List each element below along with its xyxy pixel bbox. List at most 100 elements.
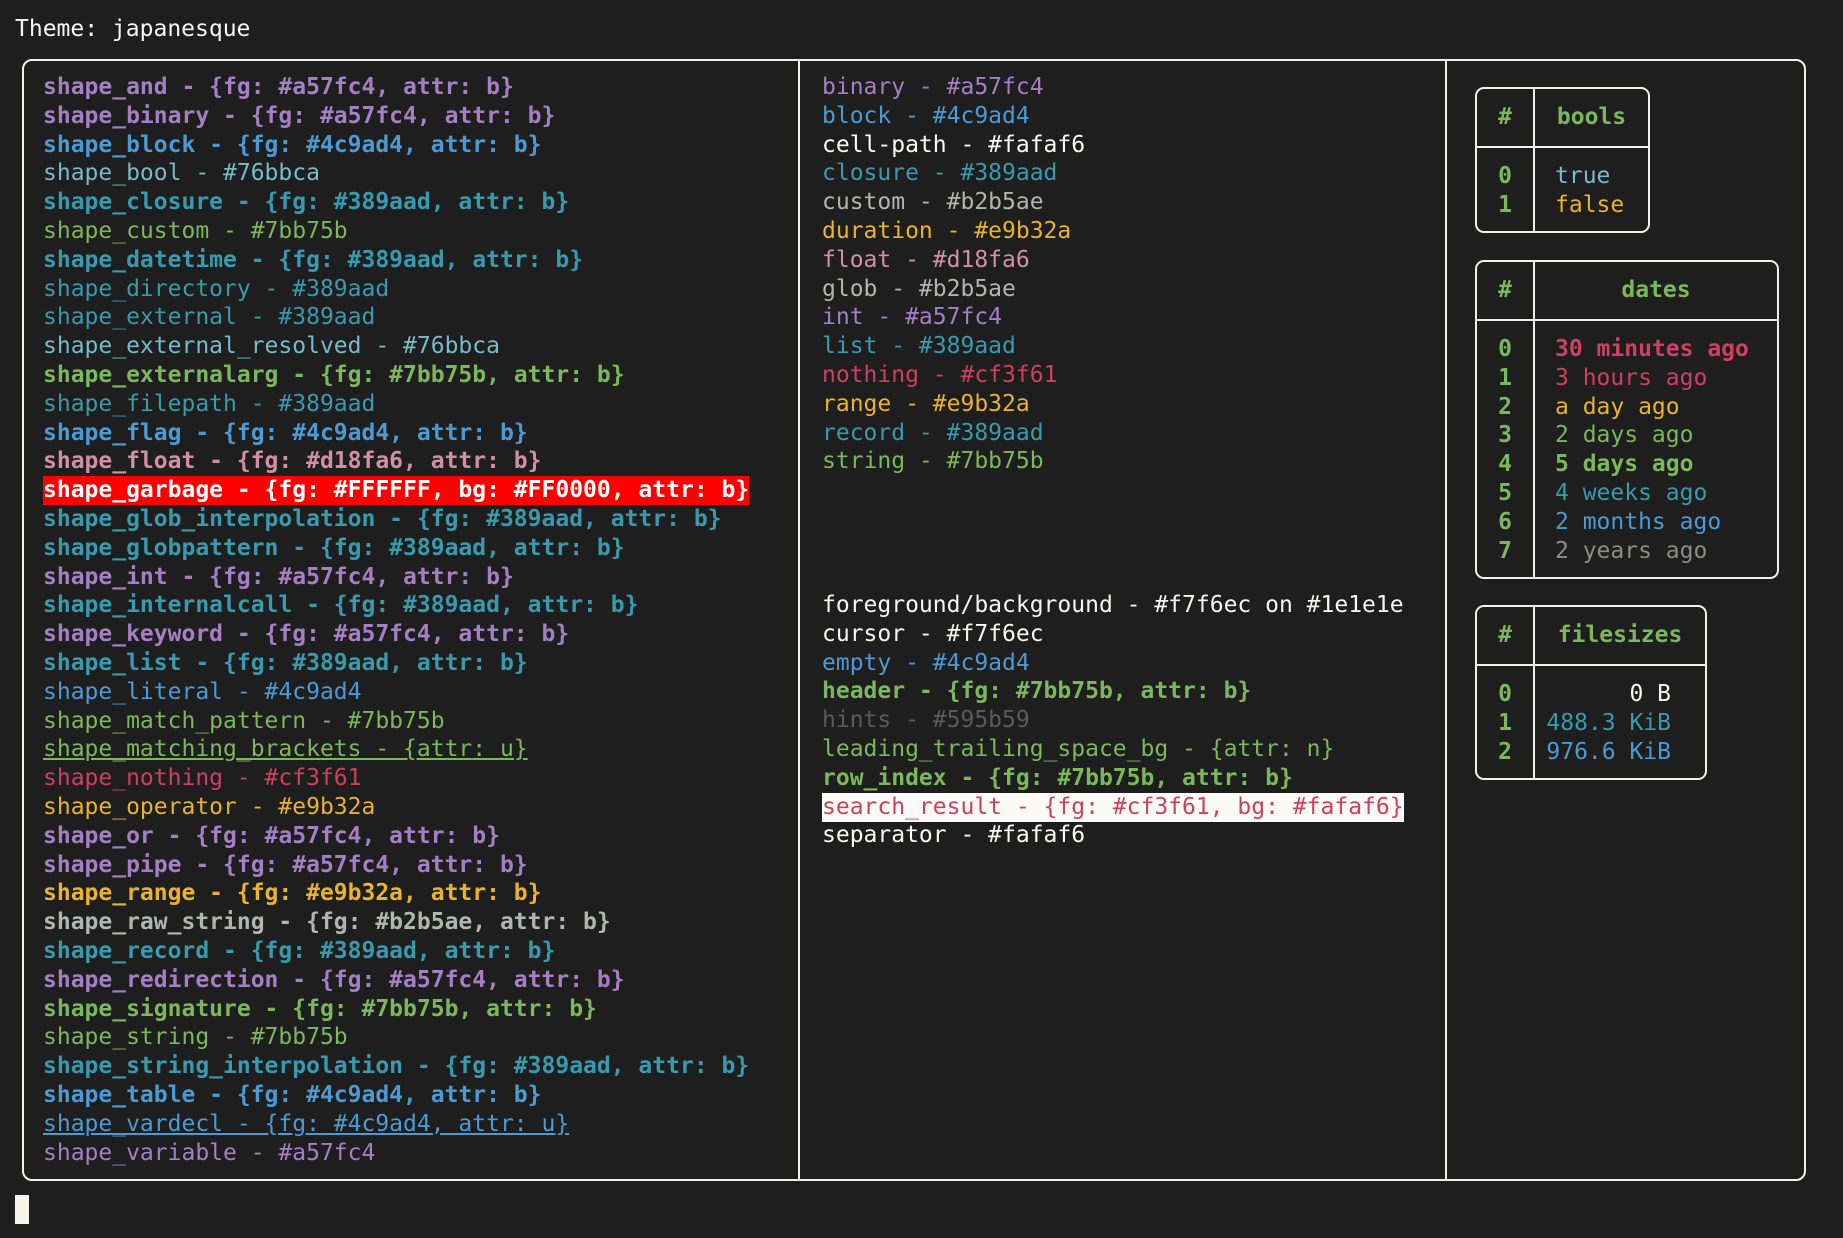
cell-value: 4 weeks ago bbox=[1555, 480, 1708, 506]
dates-table: # dates 0 30 minutes ago 1 3 hours ago 2 a day … bbox=[1475, 260, 1779, 579]
theme-entry: shape_custom - #7bb75b bbox=[43, 218, 348, 244]
row-index: 0 bbox=[1498, 336, 1512, 362]
row-index: 1 bbox=[1498, 709, 1512, 736]
theme-entry: shape_table - {fg: #4c9ad4, attr: b} bbox=[43, 1082, 542, 1108]
theme-entry: shape_flag - {fg: #4c9ad4, attr: b} bbox=[43, 419, 528, 446]
terminal-cursor[interactable] bbox=[15, 1195, 29, 1224]
row-index: 0 bbox=[1498, 163, 1512, 189]
theme-entry: shape_external - #389aad bbox=[43, 304, 376, 331]
theme-entry: shape_binary - {fg: #a57fc4, attr: b} bbox=[43, 102, 556, 129]
theme-entry: shape_redirection - {fg: #a57fc4, attr: … bbox=[43, 966, 625, 993]
theme-entry: shape_literal - #4c9ad4 bbox=[43, 678, 362, 705]
theme-entry: shape_garbage - {fg: #FFFFFF, bg: #FF000… bbox=[43, 476, 750, 506]
cell-value: false bbox=[1555, 191, 1625, 218]
row-index: 5 bbox=[1498, 480, 1512, 506]
theme-entry: empty - #4c9ad4 bbox=[822, 649, 1030, 676]
cell-value: 0 B bbox=[1629, 681, 1671, 707]
theme-entry: float - #d18fa6 bbox=[822, 246, 1030, 273]
theme-entry: shape_list - {fg: #389aad, attr: b} bbox=[43, 650, 528, 676]
table-header-separator bbox=[1477, 664, 1705, 666]
theme-entry: shape_range - {fg: #e9b32a, attr: b} bbox=[43, 880, 542, 907]
theme-entry: range - #e9b32a bbox=[822, 390, 1030, 417]
row-index: 4 bbox=[1498, 451, 1512, 478]
column-header: dates bbox=[1621, 277, 1691, 303]
row-index: 6 bbox=[1498, 508, 1512, 535]
theme-entry: cell-path - #fafaf6 bbox=[822, 131, 1086, 158]
cell-value: 5 days ago bbox=[1555, 451, 1694, 478]
theme-entry: row_index - {fg: #7bb75b, attr: b} bbox=[822, 764, 1293, 791]
column-divider bbox=[1445, 59, 1447, 1181]
column-divider bbox=[798, 59, 800, 1181]
theme-entry: closure - #389aad bbox=[822, 160, 1058, 187]
theme-entry: shape_matching_brackets - {attr: u} bbox=[43, 736, 528, 763]
row-index: 2 bbox=[1498, 738, 1512, 765]
theme-entry: shape_pipe - {fg: #a57fc4, attr: b} bbox=[43, 851, 528, 878]
cell-value: 3 hours ago bbox=[1555, 364, 1708, 391]
row-index: 7 bbox=[1498, 537, 1512, 564]
theme-entry: custom - #b2b5ae bbox=[822, 189, 1044, 216]
theme-entry: shape_float - {fg: #d18fa6, attr: b} bbox=[43, 448, 542, 475]
theme-entry: header - {fg: #7bb75b, attr: b} bbox=[822, 678, 1252, 705]
theme-entry: shape_match_pattern - #7bb75b bbox=[43, 707, 445, 734]
theme-entry: shape_vardecl - {fg: #4c9ad4, attr: u} bbox=[43, 1110, 570, 1137]
theme-entry: cursor - #f7f6ec bbox=[822, 620, 1044, 647]
theme-entry: shape_globpattern - {fg: #389aad, attr: … bbox=[43, 534, 625, 561]
theme-entry: shape_signature - {fg: #7bb75b, attr: b} bbox=[43, 995, 597, 1022]
theme-entry: shape_datetime - {fg: #389aad, attr: b} bbox=[43, 246, 584, 273]
table-header-separator bbox=[1477, 319, 1777, 321]
theme-entry: int - #a57fc4 bbox=[822, 304, 1003, 331]
cell-value: 2 months ago bbox=[1555, 508, 1722, 535]
theme-entry: shape_record - {fg: #389aad, attr: b} bbox=[43, 938, 556, 964]
row-index: 2 bbox=[1498, 393, 1512, 420]
row-index: 0 bbox=[1498, 681, 1512, 707]
theme-entry: shape_nothing - #cf3f61 bbox=[43, 765, 362, 792]
theme-entry: shape_variable - #a57fc4 bbox=[43, 1139, 376, 1166]
bools-table: # bools 0 true 1 false bbox=[1475, 87, 1650, 233]
theme-entry: shape_and - {fg: #a57fc4, attr: b} bbox=[43, 74, 514, 100]
theme-entry: separator - #fafaf6 bbox=[822, 822, 1086, 849]
theme-entry: shape_keyword - {fg: #a57fc4, attr: b} bbox=[43, 621, 570, 648]
theme-entry: list - #389aad bbox=[822, 333, 1016, 360]
theme-entry: duration - #e9b32a bbox=[822, 218, 1072, 244]
theme-entry: block - #4c9ad4 bbox=[822, 102, 1030, 129]
index-header: # bbox=[1498, 622, 1512, 648]
cell-value: 2 days ago bbox=[1555, 422, 1694, 449]
table-header-separator bbox=[1477, 146, 1648, 148]
theme-entry: shape_glob_interpolation - {fg: #389aad,… bbox=[43, 506, 722, 532]
theme-entry: shape_block - {fg: #4c9ad4, attr: b} bbox=[43, 131, 542, 158]
table-column-separator bbox=[1533, 262, 1535, 577]
theme-entry: shape_closure - {fg: #389aad, attr: b} bbox=[43, 189, 570, 216]
theme-entry: shape_operator - #e9b32a bbox=[43, 794, 376, 820]
cell-value: 976.6 KiB bbox=[1546, 738, 1671, 765]
theme-entry: shape_internalcall - {fg: #389aad, attr:… bbox=[43, 592, 639, 619]
theme-entry: leading_trailing_space_bg - {attr: n} bbox=[822, 736, 1335, 762]
theme-entry: shape_string - #7bb75b bbox=[43, 1024, 348, 1051]
theme-entry: binary - #a57fc4 bbox=[822, 74, 1044, 100]
cell-value: 2 years ago bbox=[1555, 537, 1708, 564]
theme-title: Theme: japanesque bbox=[15, 16, 251, 42]
theme-entry: record - #389aad bbox=[822, 419, 1044, 446]
theme-entry: shape_bool - #76bbca bbox=[43, 160, 320, 187]
index-header: # bbox=[1498, 104, 1512, 130]
theme-entry: shape_filepath - #389aad bbox=[43, 390, 376, 417]
filesizes-table: # filesizes 0 0 B 1 488.3 KiB 2 976.6 KiB bbox=[1475, 605, 1707, 780]
column-header: filesizes bbox=[1557, 622, 1683, 648]
index-header: # bbox=[1498, 277, 1512, 303]
theme-entry: glob - #b2b5ae bbox=[822, 275, 1016, 302]
theme-entry: shape_external_resolved - #76bbca bbox=[43, 333, 500, 360]
cell-value: true bbox=[1555, 163, 1611, 189]
theme-entry: shape_raw_string - {fg: #b2b5ae, attr: b… bbox=[43, 909, 611, 936]
row-index: 1 bbox=[1498, 364, 1512, 391]
theme-entry: search_result - {fg: #cf3f61, bg: #fafaf… bbox=[822, 792, 1404, 822]
theme-entry: shape_int - {fg: #a57fc4, attr: b} bbox=[43, 563, 514, 590]
theme-entry: foreground/background - #f7f6ec on #1e1e… bbox=[822, 592, 1404, 618]
theme-entry: shape_or - {fg: #a57fc4, attr: b} bbox=[43, 822, 500, 849]
column-header: bools bbox=[1556, 104, 1627, 130]
theme-entry: shape_directory - #389aad bbox=[43, 275, 390, 302]
row-index: 1 bbox=[1498, 191, 1512, 218]
theme-entry: nothing - #cf3f61 bbox=[822, 362, 1058, 388]
cell-value: 488.3 KiB bbox=[1546, 709, 1671, 736]
cell-value: a day ago bbox=[1555, 393, 1680, 420]
row-index: 3 bbox=[1498, 422, 1512, 449]
theme-entry: shape_string_interpolation - {fg: #389aa… bbox=[43, 1053, 750, 1080]
